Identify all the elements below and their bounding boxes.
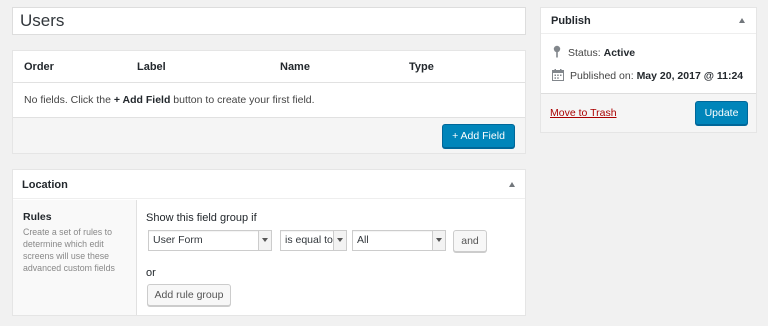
status-row: Status: Active	[552, 45, 635, 59]
location-header[interactable]: Location	[13, 170, 525, 199]
rule-param-select[interactable]: User Form	[148, 230, 272, 251]
chevron-down-icon	[333, 231, 346, 250]
fields-footer: + Add Field	[13, 117, 525, 153]
publish-footer: Move to Trash Update	[541, 93, 756, 132]
chevron-down-icon	[432, 231, 445, 250]
column-label: Label	[137, 61, 166, 73]
and-button[interactable]: and	[453, 230, 487, 252]
no-fields-prefix: No fields. Click the	[24, 94, 114, 106]
status-value: Active	[603, 47, 636, 59]
column-type: Type	[409, 61, 434, 73]
fields-box: Order Label Name Type No fields. Click t…	[12, 50, 526, 154]
show-if-label: Show this field group if	[146, 212, 257, 224]
published-label: Published on:	[570, 70, 634, 82]
status-label: Status:	[568, 47, 601, 59]
rule-param-value: User Form	[153, 234, 203, 246]
location-title: Location	[22, 179, 68, 191]
publish-box: Publish Status: Active Published on: May…	[540, 7, 757, 133]
toggle-arrow-icon[interactable]	[509, 182, 515, 187]
no-fields-message: No fields. Click the + Add Field button …	[24, 94, 315, 106]
rule-value-value: All	[357, 234, 369, 246]
publish-header[interactable]: Publish	[541, 8, 756, 34]
publish-title: Publish	[551, 15, 591, 27]
published-row: Published on: May 20, 2017 @ 11:24	[552, 69, 743, 82]
calendar-icon	[552, 69, 564, 81]
rules-label: Rules	[23, 211, 52, 223]
chevron-down-icon	[258, 231, 271, 250]
rule-operator-select[interactable]: is equal to	[280, 230, 347, 251]
update-button[interactable]: Update	[695, 101, 748, 125]
location-box: Location Rules Create a set of rules to …	[12, 169, 526, 316]
rules-sidebar: Rules Create a set of rules to determine…	[13, 200, 137, 315]
pin-icon	[553, 45, 561, 58]
no-fields-add-field-text: + Add Field	[113, 94, 171, 106]
fields-table-header: Order Label Name Type	[13, 51, 525, 83]
published-value: May 20, 2017 @ 11:24	[636, 70, 744, 82]
add-rule-group-button[interactable]: Add rule group	[147, 284, 231, 306]
move-to-trash-link[interactable]: Move to Trash	[550, 107, 617, 119]
add-field-button[interactable]: + Add Field	[442, 124, 515, 148]
rules-description: Create a set of rules to determine which…	[23, 227, 115, 273]
column-order: Order	[24, 61, 54, 73]
rule-operator-value: is equal to	[285, 234, 333, 246]
title-input[interactable]: Users	[12, 7, 526, 35]
or-label: or	[146, 267, 156, 279]
no-fields-suffix: button to create your first field.	[170, 94, 315, 106]
column-name: Name	[280, 61, 310, 73]
rule-value-select[interactable]: All	[352, 230, 446, 251]
toggle-arrow-icon[interactable]	[739, 18, 745, 23]
